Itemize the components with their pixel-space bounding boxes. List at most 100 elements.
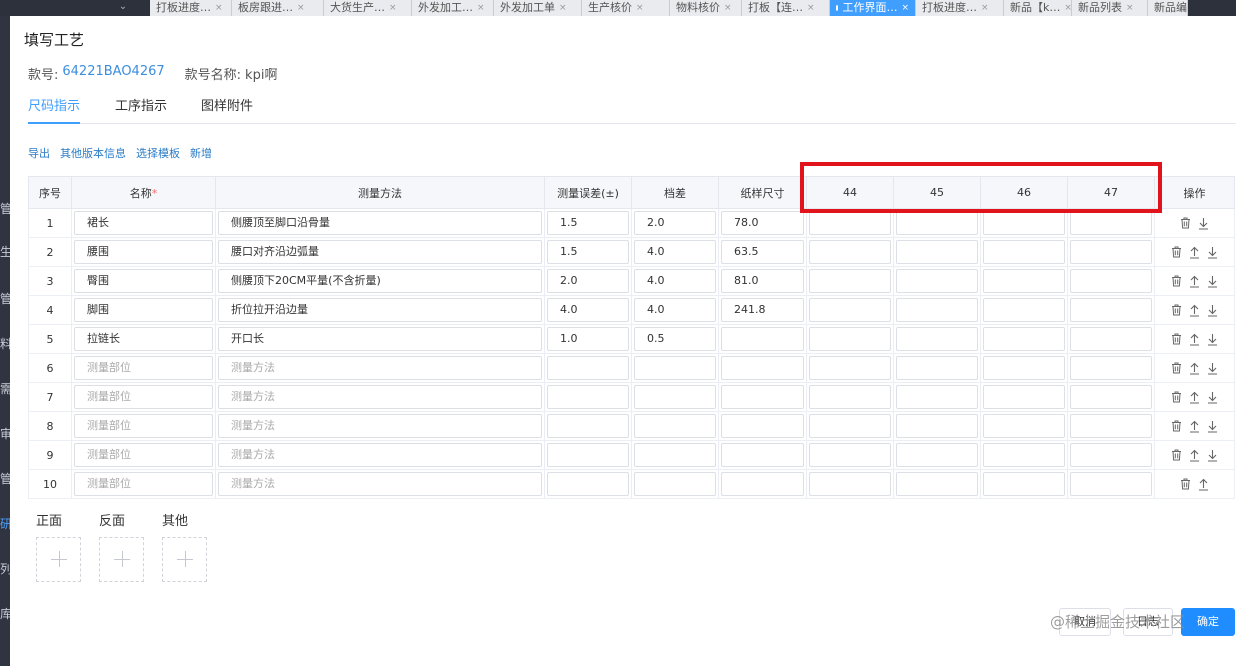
move-up-icon[interactable] xyxy=(1189,362,1200,375)
move-up-icon[interactable] xyxy=(1189,275,1200,288)
background-tab[interactable]: 物料核价 × xyxy=(670,0,742,16)
style-no-link[interactable]: 64221BAO4267 xyxy=(62,64,164,83)
move-down-icon[interactable] xyxy=(1207,420,1218,433)
move-down-icon[interactable] xyxy=(1207,246,1218,259)
size-value-input[interactable] xyxy=(896,298,978,322)
tolerance-input[interactable] xyxy=(547,356,629,380)
background-tab[interactable]: 外发加工单 × xyxy=(494,0,582,16)
method-input[interactable]: 测量方法 xyxy=(218,356,542,380)
grade-input[interactable]: 4.0 xyxy=(634,240,716,264)
size-value-input[interactable] xyxy=(896,472,978,496)
name-input[interactable]: 测量部位 xyxy=(74,472,213,496)
sample-size-input[interactable]: 63.5 xyxy=(721,240,804,264)
tolerance-input[interactable] xyxy=(547,472,629,496)
size-value-input[interactable] xyxy=(896,269,978,293)
grade-input[interactable]: 2.0 xyxy=(634,211,716,235)
grade-input[interactable]: 4.0 xyxy=(634,298,716,322)
grade-input[interactable] xyxy=(634,385,716,409)
sample-size-input[interactable] xyxy=(721,472,804,496)
close-icon[interactable]: × xyxy=(477,1,485,15)
move-down-icon[interactable] xyxy=(1207,304,1218,317)
upload-plus-button[interactable] xyxy=(162,537,207,582)
close-icon[interactable]: × xyxy=(1126,1,1134,15)
method-input[interactable]: 测量方法 xyxy=(218,443,542,467)
move-up-icon[interactable] xyxy=(1189,246,1200,259)
upload-plus-button[interactable] xyxy=(99,537,144,582)
upload-plus-button[interactable] xyxy=(36,537,81,582)
size-value-input[interactable] xyxy=(1070,414,1152,438)
size-value-input[interactable] xyxy=(1070,211,1152,235)
method-input[interactable]: 侧腰顶下20CM平量(不含折量) xyxy=(218,269,542,293)
size-value-input[interactable] xyxy=(809,269,891,293)
size-value-input[interactable] xyxy=(809,211,891,235)
background-tab[interactable]: 工作界面… × xyxy=(830,0,916,16)
export-link[interactable]: 导出 xyxy=(28,145,50,161)
grade-input[interactable] xyxy=(634,443,716,467)
method-input[interactable]: 测量方法 xyxy=(218,472,542,496)
size-value-input[interactable] xyxy=(896,211,978,235)
select-template-link[interactable]: 选择模板 xyxy=(136,145,180,161)
move-up-icon[interactable] xyxy=(1189,333,1200,346)
delete-icon[interactable] xyxy=(1180,478,1191,491)
sample-size-input[interactable] xyxy=(721,414,804,438)
size-value-input[interactable] xyxy=(983,269,1065,293)
background-tab[interactable]: 打板进度… × xyxy=(916,0,1004,16)
delete-icon[interactable] xyxy=(1171,391,1182,404)
grade-input[interactable] xyxy=(634,472,716,496)
size-value-input[interactable] xyxy=(809,414,891,438)
close-icon[interactable]: × xyxy=(215,1,223,15)
size-value-input[interactable] xyxy=(983,327,1065,351)
size-value-input[interactable] xyxy=(983,472,1065,496)
delete-icon[interactable] xyxy=(1171,449,1182,462)
method-input[interactable]: 测量方法 xyxy=(218,385,542,409)
move-up-icon[interactable] xyxy=(1189,391,1200,404)
size-value-input[interactable] xyxy=(1070,298,1152,322)
move-down-icon[interactable] xyxy=(1207,275,1218,288)
name-input[interactable]: 臀围 xyxy=(74,269,213,293)
close-icon[interactable]: × xyxy=(807,1,815,15)
sample-size-input[interactable] xyxy=(721,385,804,409)
delete-icon[interactable] xyxy=(1180,217,1191,230)
size-value-input[interactable] xyxy=(809,356,891,380)
background-tab[interactable]: 外发加工… × xyxy=(412,0,494,16)
name-input[interactable]: 脚围 xyxy=(74,298,213,322)
move-down-icon[interactable] xyxy=(1198,217,1209,230)
confirm-button[interactable]: 确定 xyxy=(1181,608,1235,636)
tolerance-input[interactable]: 4.0 xyxy=(547,298,629,322)
sample-size-input[interactable] xyxy=(721,443,804,467)
move-down-icon[interactable] xyxy=(1207,449,1218,462)
size-value-input[interactable] xyxy=(1070,385,1152,409)
tab-process-instructions[interactable]: 工序指示 xyxy=(115,98,167,124)
delete-icon[interactable] xyxy=(1171,275,1182,288)
background-tab[interactable]: 新品编 xyxy=(1148,0,1188,16)
close-icon[interactable]: × xyxy=(981,1,989,15)
tolerance-input[interactable]: 1.5 xyxy=(547,211,629,235)
close-icon[interactable]: × xyxy=(1064,1,1071,15)
method-input[interactable]: 折位拉开沿边量 xyxy=(218,298,542,322)
name-input[interactable]: 测量部位 xyxy=(74,385,213,409)
tolerance-input[interactable]: 1.0 xyxy=(547,327,629,351)
background-tab[interactable]: 生产核价 × xyxy=(582,0,670,16)
size-value-input[interactable] xyxy=(896,385,978,409)
size-value-input[interactable] xyxy=(809,240,891,264)
grade-input[interactable] xyxy=(634,356,716,380)
sample-size-input[interactable] xyxy=(721,356,804,380)
chevron-down-icon[interactable]: ⌄ xyxy=(108,0,138,16)
background-tab[interactable]: 打板【连… × xyxy=(742,0,830,16)
tolerance-input[interactable] xyxy=(547,385,629,409)
size-value-input[interactable] xyxy=(1070,269,1152,293)
grade-input[interactable]: 0.5 xyxy=(634,327,716,351)
delete-icon[interactable] xyxy=(1171,333,1182,346)
size-value-input[interactable] xyxy=(983,414,1065,438)
name-input[interactable]: 腰围 xyxy=(74,240,213,264)
tab-pattern-attachments[interactable]: 图样附件 xyxy=(201,98,253,124)
move-down-icon[interactable] xyxy=(1207,333,1218,346)
move-down-icon[interactable] xyxy=(1207,391,1218,404)
size-value-input[interactable] xyxy=(1070,240,1152,264)
size-value-input[interactable] xyxy=(1070,472,1152,496)
method-input[interactable]: 腰口对齐沿边弧量 xyxy=(218,240,542,264)
delete-icon[interactable] xyxy=(1171,362,1182,375)
size-value-input[interactable] xyxy=(983,356,1065,380)
size-value-input[interactable] xyxy=(983,443,1065,467)
close-icon[interactable]: × xyxy=(559,1,567,15)
